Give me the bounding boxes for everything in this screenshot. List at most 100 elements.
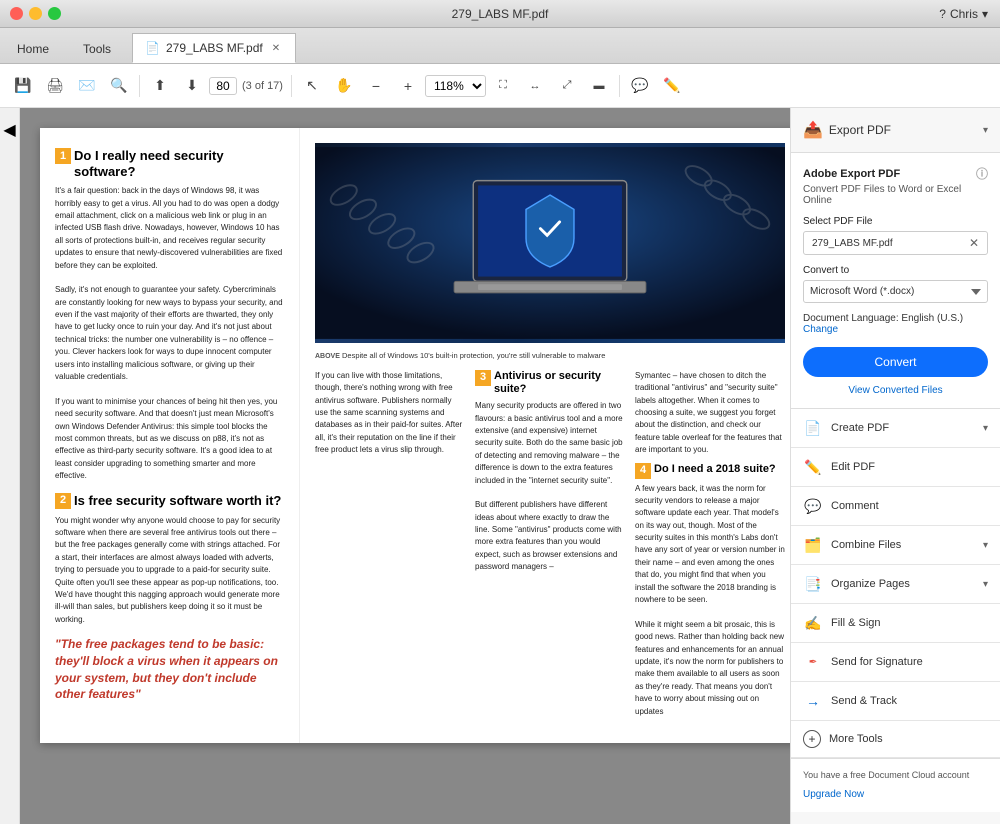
tool-combine-files[interactable]: 🗂️ Combine Files ▾ [791,526,1000,565]
tool-edit-pdf[interactable]: ✏️ Edit PDF [791,448,1000,487]
minimize-button[interactable] [29,7,42,20]
section1-num: 1 [55,148,71,164]
convert-button[interactable]: Convert [803,347,988,377]
tool-fill-sign[interactable]: ✍️ Fill & Sign [791,604,1000,643]
tool-edit-pdf-left: ✏️ Edit PDF [803,457,875,477]
export-pdf-icon: 📤 [803,120,823,140]
fit-page-button[interactable]: ⛶ [488,71,518,101]
separator [139,75,140,97]
view-converted-link[interactable]: View Converted Files [803,385,988,396]
right-panel: 📤 Export PDF ▾ Adobe Export PDF ⓘ Conver… [790,108,1000,824]
file-input-row[interactable]: 279_LABS MF.pdf ✕ [803,231,988,255]
prev-page-button[interactable]: ⬆ [145,71,175,101]
tool-comment-left: 💬 Comment [803,496,879,516]
toolbar: 💾 🖨 ✉️ 🔍 ⬆ ⬇ (3 of 17) ↖ ✋ − + 118% 100%… [0,64,1000,108]
caption-text: Despite all of Windows 10's built-in pro… [342,351,605,360]
window-controls[interactable] [10,7,61,20]
tool-organize-left: 📑 Organize Pages [803,574,910,594]
file-icon: 📄 [145,41,160,55]
create-pdf-chevron: ▾ [983,423,988,434]
next-page-button[interactable]: ⬇ [177,71,207,101]
print-button[interactable]: 🖨 [40,71,70,101]
tool-send-track[interactable]: → Send & Track [791,682,1000,721]
zoom-out-button[interactable]: − [361,71,391,101]
tool-send-signature[interactable]: ✒ Send for Signature [791,643,1000,682]
combine-icon: 🗂️ [803,535,823,555]
tab-close-button[interactable]: ✕ [269,42,283,55]
email-button[interactable]: ✉️ [72,71,102,101]
combine-label: Combine Files [831,539,901,551]
zoom-select[interactable]: 118% 100% 75% 50% [425,75,486,97]
draw-tool-button[interactable]: ✏️ [657,71,687,101]
select-tool-button[interactable]: ↖ [297,71,327,101]
maximize-button[interactable] [48,7,61,20]
section4-title: Do I need a 2018 suite? [654,463,776,476]
tab-home[interactable]: Home [0,33,66,63]
section3-body: Many security products are offered in tw… [475,400,625,573]
user-chevron-icon: ▾ [982,7,988,21]
page-count: (3 of 17) [242,80,283,92]
hero-svg [315,143,785,343]
file-name-text: 279_LABS MF.pdf [812,238,893,249]
fit-width-button[interactable]: ↔ [520,71,550,101]
user-name: Chris [950,7,978,21]
search-button[interactable]: 🔍 [104,71,134,101]
read-mode-button[interactable]: ▬ [584,71,614,101]
tool-organize-pages[interactable]: 📑 Organize Pages ▾ [791,565,1000,604]
separator2 [291,75,292,97]
tab-tools[interactable]: Tools [66,33,128,63]
caption-above: ABOVE [315,353,340,360]
left-panel-toggle[interactable]: ◀ [0,108,20,824]
create-pdf-icon: 📄 [803,418,823,438]
help-icon: ? [939,7,946,21]
zoom-in-button[interactable]: + [393,71,423,101]
page-number-input[interactable] [209,77,237,95]
convert-to-select[interactable]: Microsoft Word (*.docx) Microsoft Excel … [803,280,988,303]
section4-num: 4 [635,463,651,479]
tool-fill-left: ✍️ Fill & Sign [803,613,881,633]
edit-pdf-label: Edit PDF [831,461,875,473]
send-track-icon: → [803,691,823,711]
section2-title: Is free security software worth it? [74,493,281,509]
tool-combine-left: 🗂️ Combine Files [803,535,901,555]
save-button[interactable]: 💾 [8,71,38,101]
upgrade-link[interactable]: Upgrade Now [803,787,988,802]
tool-list: 📄 Create PDF ▾ ✏️ Edit PDF 💬 Comment [791,409,1000,758]
fill-sign-label: Fill & Sign [831,617,881,629]
section1-body: It's a fair question: back in the days o… [55,185,284,482]
collapse-icon: ◀ [3,120,15,140]
comment-tool-button[interactable]: 💬 [625,71,655,101]
convert-to-label: Convert to [803,265,988,276]
export-pdf-header-section: 📤 Export PDF ▾ [791,108,1000,153]
change-language-link[interactable]: Change [803,324,838,335]
section2-body: You might wonder why anyone would choose… [55,515,284,627]
section1-header: 1 Do I really need security software? [55,148,284,179]
close-button[interactable] [10,7,23,20]
edit-pdf-icon: ✏️ [803,457,823,477]
pdf-left-column: 1 Do I really need security software? It… [40,128,300,743]
section3-title: Antivirus or security suite? [494,370,625,396]
col3-text: Symantec – have chosen to ditch the trad… [635,370,785,728]
tool-more-tools[interactable]: + More Tools [791,721,1000,758]
hero-image [315,143,785,343]
pdf-area[interactable]: 1 Do I really need security software? It… [20,108,790,824]
hand-tool-button[interactable]: ✋ [329,71,359,101]
export-pdf-section: Adobe Export PDF ⓘ Convert PDF Files to … [791,153,1000,409]
more-tools-label: More Tools [829,733,883,745]
user-menu[interactable]: ? Chris ▾ [939,7,988,21]
file-clear-button[interactable]: ✕ [969,236,979,250]
tab-file[interactable]: 📄 279_LABS MF.pdf ✕ [132,33,296,63]
export-pdf-header[interactable]: 📤 Export PDF ▾ [803,120,988,140]
section2-num: 2 [55,493,71,509]
section4-header: 4 Do I need a 2018 suite? [635,463,785,479]
tool-create-pdf[interactable]: 📄 Create PDF ▾ [791,409,1000,448]
adobe-export-subtitle: Convert PDF Files to Word or Excel Onlin… [803,184,988,206]
tool-create-pdf-left: 📄 Create PDF [803,418,889,438]
doc-language: Document Language: English (U.S.) Change [803,313,988,335]
organize-chevron: ▾ [983,579,988,590]
tool-comment[interactable]: 💬 Comment [791,487,1000,526]
select-file-label: Select PDF File [803,216,988,227]
tool-send-track-left: → Send & Track [803,691,897,711]
image-caption: ABOVE Despite all of Windows 10's built-… [315,351,785,362]
full-screen-button[interactable]: ⤢ [552,71,582,101]
